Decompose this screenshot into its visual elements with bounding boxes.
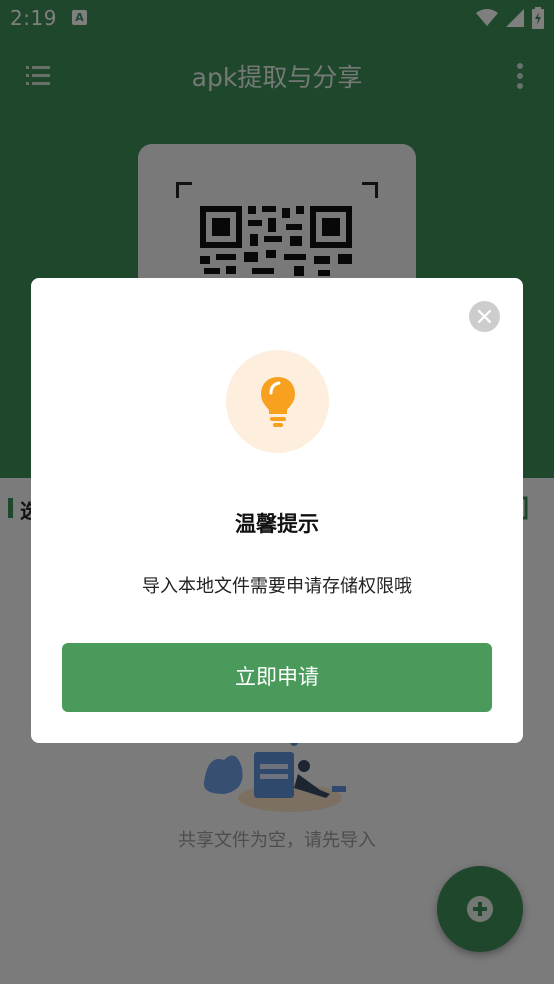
dialog-title: 温馨提示 xyxy=(235,512,319,536)
close-button[interactable] xyxy=(469,301,500,332)
apply-permission-button[interactable]: 立即申请 xyxy=(62,643,492,712)
lightbulb-icon xyxy=(261,377,295,427)
close-icon xyxy=(477,309,492,324)
permission-dialog: 温馨提示 导入本地文件需要申请存储权限哦 立即申请 xyxy=(31,278,523,743)
bulb-badge xyxy=(226,350,329,453)
dialog-message: 导入本地文件需要申请存储权限哦 xyxy=(142,576,412,597)
